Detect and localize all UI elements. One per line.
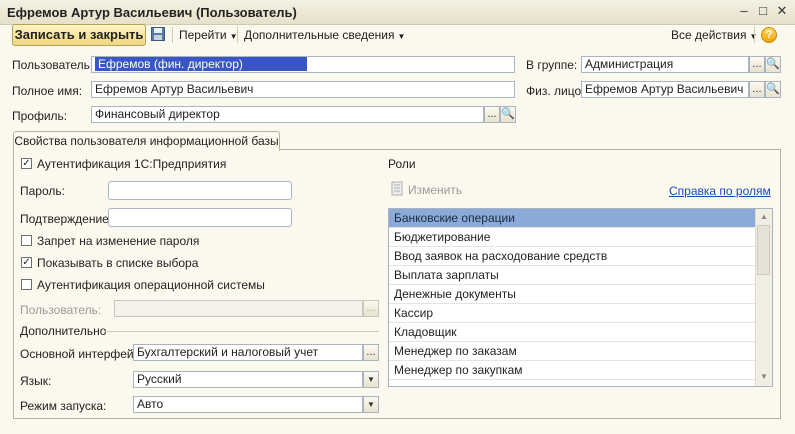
goto-label: Перейти bbox=[179, 28, 227, 42]
main-interface-input[interactable]: Бухгалтерский и налоговый учет bbox=[133, 344, 363, 361]
extra-info-menu[interactable]: Дополнительные сведения ▼ bbox=[244, 28, 405, 42]
list-item[interactable]: Банковские операции bbox=[389, 209, 755, 228]
list-item[interactable]: Выплата зарплаты bbox=[389, 266, 755, 285]
save-and-close-button[interactable]: Записать и закрыть bbox=[12, 24, 146, 46]
user-name-value: Ефремов (фин. директор) bbox=[95, 57, 307, 71]
restore-icon[interactable]: □ bbox=[756, 4, 770, 18]
dropdown-arrow-icon[interactable]: ▼ bbox=[363, 396, 379, 413]
open-magnifier-icon[interactable]: 🔍 bbox=[500, 106, 516, 123]
select-ellipsis-icon[interactable]: ... bbox=[749, 56, 765, 73]
os-user-input bbox=[114, 300, 363, 317]
edit-roles-button[interactable]: Изменить bbox=[408, 183, 462, 197]
user-name-input[interactable]: Ефремов (фин. директор) bbox=[91, 56, 515, 73]
scroll-thumb[interactable] bbox=[757, 225, 770, 275]
list-item[interactable]: Денежные документы bbox=[389, 285, 755, 304]
minimize-icon[interactable]: – bbox=[737, 4, 751, 18]
select-ellipsis-icon[interactable]: ... bbox=[749, 81, 765, 98]
deny-password-change-label: Запрет на изменение пароля bbox=[37, 234, 200, 248]
dropdown-arrow-icon: ▼ bbox=[397, 32, 406, 41]
auth-1c-checkbox[interactable]: ✓ bbox=[21, 158, 32, 169]
select-ellipsis-icon[interactable]: ... bbox=[484, 106, 500, 123]
password-input[interactable] bbox=[108, 181, 292, 200]
list-item[interactable]: Бюджетирование bbox=[389, 228, 755, 247]
roles-scrollbar[interactable]: ▲ ▼ bbox=[755, 209, 772, 386]
os-auth-checkbox[interactable] bbox=[21, 279, 32, 290]
open-magnifier-icon[interactable]: 🔍 bbox=[765, 56, 781, 73]
list-item[interactable]: Менеджер по заказам bbox=[389, 342, 755, 361]
os-auth-label: Аутентификация операционной системы bbox=[37, 278, 265, 292]
goto-menu[interactable]: Перейти ▼ bbox=[179, 28, 237, 42]
select-ellipsis-icon[interactable]: ... bbox=[363, 344, 379, 361]
language-select[interactable]: Русский bbox=[133, 371, 363, 388]
checkbox-check-icon: ✓ bbox=[22, 158, 31, 169]
auth-1c-label: Аутентификация 1С:Предприятия bbox=[37, 157, 227, 171]
interface-label: Основной интерфейс: bbox=[20, 347, 143, 361]
tab-ib-properties[interactable]: Свойства пользователя информационной баз… bbox=[13, 131, 280, 151]
toolbar-separator bbox=[754, 27, 755, 43]
scroll-down-icon[interactable]: ▼ bbox=[756, 372, 772, 381]
roles-label: Роли bbox=[388, 157, 416, 171]
additional-section-label: Дополнительно bbox=[20, 324, 107, 338]
checkbox-check-icon: ✓ bbox=[22, 257, 31, 268]
select-ellipsis-icon: ... bbox=[363, 300, 379, 317]
toolbar-separator bbox=[237, 27, 238, 43]
dropdown-arrow-icon[interactable]: ▼ bbox=[363, 371, 379, 388]
profile-input[interactable]: Финансовый директор bbox=[91, 106, 484, 123]
user-label: Пользователь: bbox=[12, 58, 94, 72]
close-icon[interactable]: ✕ bbox=[775, 4, 789, 18]
group-input[interactable]: Администрация bbox=[581, 56, 749, 73]
list-item[interactable]: Кассир bbox=[389, 304, 755, 323]
deny-password-change-checkbox[interactable] bbox=[21, 235, 32, 246]
confirm-label: Подтверждение: bbox=[20, 212, 113, 226]
show-in-list-label: Показывать в списке выбора bbox=[37, 256, 199, 270]
os-user-label: Пользователь: bbox=[20, 303, 102, 317]
language-label: Язык: bbox=[20, 374, 52, 388]
confirm-password-input[interactable] bbox=[108, 208, 292, 227]
person-label: Физ. лицо: bbox=[526, 84, 585, 98]
roles-list[interactable]: Банковские операции Бюджетирование Ввод … bbox=[388, 208, 773, 387]
edit-roles-icon[interactable] bbox=[391, 181, 405, 196]
password-label: Пароль: bbox=[20, 184, 65, 198]
extra-info-label: Дополнительные сведения bbox=[244, 28, 395, 42]
profile-label: Профиль: bbox=[12, 109, 68, 123]
list-item[interactable]: Ввод заявок на расходование средств bbox=[389, 247, 755, 266]
show-in-list-checkbox[interactable]: ✓ bbox=[21, 257, 32, 268]
fullname-label: Полное имя: bbox=[12, 84, 83, 98]
roles-help-link[interactable]: Справка по ролям bbox=[669, 184, 771, 198]
open-magnifier-icon[interactable]: 🔍 bbox=[765, 81, 781, 98]
all-actions-label: Все действия bbox=[671, 28, 747, 42]
person-input[interactable]: Ефремов Артур Васильевич bbox=[581, 81, 749, 98]
help-icon[interactable]: ? bbox=[761, 27, 777, 43]
full-name-input[interactable]: Ефремов Артур Васильевич bbox=[91, 81, 515, 98]
all-actions-menu[interactable]: Все действия▼ bbox=[671, 28, 757, 42]
save-disk-icon[interactable] bbox=[151, 27, 165, 41]
list-item[interactable]: Кладовщик bbox=[389, 323, 755, 342]
toolbar-separator bbox=[172, 27, 173, 43]
startup-mode-select[interactable]: Авто bbox=[133, 396, 363, 413]
startup-mode-label: Режим запуска: bbox=[20, 399, 107, 413]
section-divider bbox=[104, 331, 379, 332]
list-item[interactable]: Менеджер по закупкам bbox=[389, 361, 755, 380]
scroll-up-icon[interactable]: ▲ bbox=[756, 212, 772, 221]
window-title: Ефремов Артур Васильевич (Пользователь) bbox=[7, 5, 297, 20]
group-label: В группе: bbox=[526, 58, 578, 72]
